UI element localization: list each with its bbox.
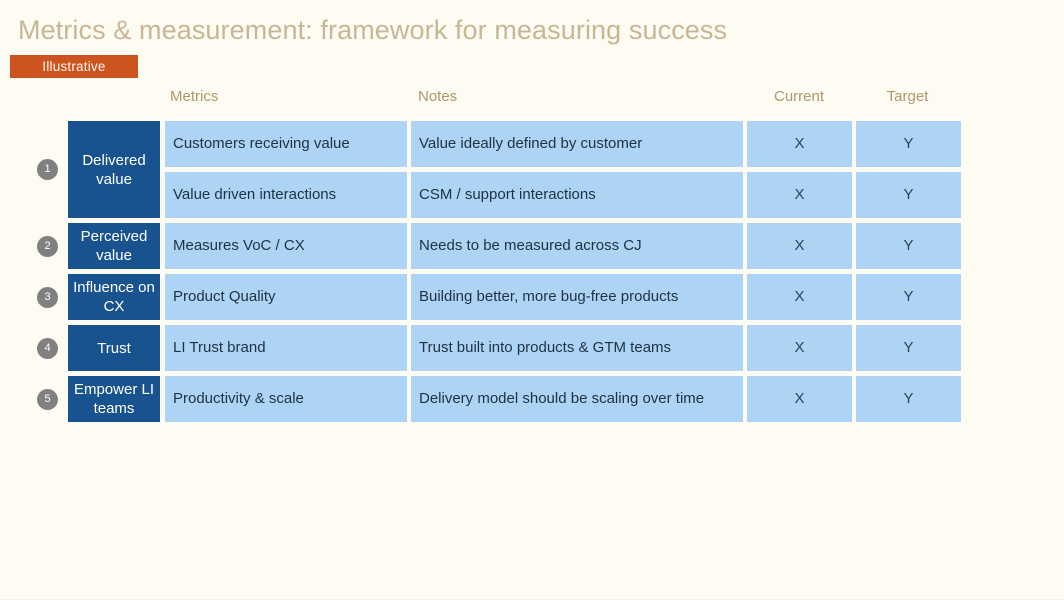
category-number-badge: 3 xyxy=(37,286,58,308)
cell-target: Y xyxy=(856,172,961,218)
cell-current: X xyxy=(747,274,852,320)
category-number-badge: 1 xyxy=(37,159,58,180)
cell-target: Y xyxy=(856,376,961,422)
cell-note: Building better, more bug-free products xyxy=(411,274,743,320)
cell-current: X xyxy=(747,376,852,422)
cell-note: Value ideally defined by customer xyxy=(411,121,743,167)
category-number-badge: 2 xyxy=(37,235,58,257)
cell-target: Y xyxy=(856,223,961,269)
column-header-metrics: Metrics xyxy=(170,88,219,105)
table-header-row: Metrics Notes Current Target xyxy=(0,86,1064,116)
cell-metric: Customers receiving value xyxy=(165,121,407,167)
column-header-target: Target xyxy=(886,88,929,105)
category-block: Perceived value xyxy=(68,223,160,269)
page-title: Metrics & measurement: framework for mea… xyxy=(18,15,728,45)
cell-note: Trust built into products & GTM teams xyxy=(411,325,743,371)
category-number-badge: 5 xyxy=(37,388,58,410)
cell-target: Y xyxy=(856,325,961,371)
cell-note: Needs to be measured across CJ xyxy=(411,223,743,269)
category-block: Influence on CX xyxy=(68,274,160,320)
category-block: Delivered value xyxy=(68,121,160,218)
cell-metric: LI Trust brand xyxy=(165,325,407,371)
cell-note: CSM / support interactions xyxy=(411,172,743,218)
category-block: Empower LI teams xyxy=(68,376,160,422)
cell-current: X xyxy=(747,172,852,218)
table-body: Customers receiving value Value ideally d… xyxy=(0,116,1064,426)
cell-metric: Product Quality xyxy=(165,274,407,320)
cell-current: X xyxy=(747,121,852,167)
cell-metric: Value driven interactions xyxy=(165,172,407,218)
slide-canvas: Metrics & measurement: framework for mea… xyxy=(0,0,1064,600)
cell-current: X xyxy=(747,223,852,269)
cell-metric: Productivity & scale xyxy=(165,376,407,422)
category-block: Trust xyxy=(68,325,160,371)
status-badge: Illustrative xyxy=(10,55,138,78)
column-header-notes: Notes xyxy=(418,88,458,105)
column-header-current: Current xyxy=(773,88,825,105)
cell-note: Delivery model should be scaling over ti… xyxy=(411,376,743,422)
cell-metric: Measures VoC / CX xyxy=(165,223,407,269)
metrics-table: Metrics Notes Current Target Customers r… xyxy=(0,86,1064,426)
cell-target: Y xyxy=(856,274,961,320)
cell-target: Y xyxy=(856,121,961,167)
category-number-badge: 4 xyxy=(37,337,58,359)
cell-current: X xyxy=(747,325,852,371)
